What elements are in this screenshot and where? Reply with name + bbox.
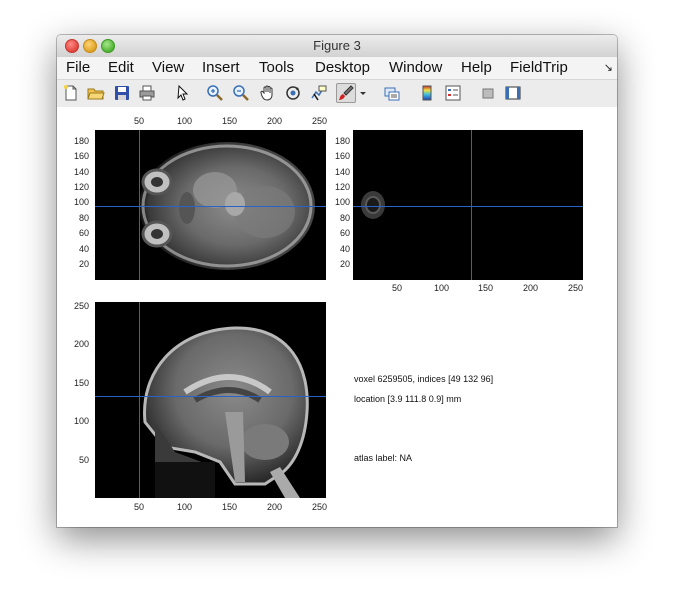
data-cursor-icon[interactable] — [310, 84, 328, 102]
menu-tools[interactable]: Tools — [259, 59, 294, 76]
new-figure-icon[interactable] — [62, 84, 80, 102]
axial-ytick: 100 — [74, 197, 90, 207]
colorbar-icon[interactable] — [418, 84, 436, 102]
hide-plot-tools-icon[interactable] — [479, 84, 497, 102]
axial-brain-image — [139, 142, 315, 270]
atlas-label-text: atlas label: NA — [354, 453, 413, 463]
sagittal-ytick: 50 — [79, 455, 90, 465]
coronal-ytick: 180 — [335, 136, 351, 146]
coronal-slice-image[interactable] — [353, 130, 583, 280]
sagittal-crosshair-vertical — [139, 302, 140, 498]
menu-file[interactable]: File — [66, 59, 90, 76]
axial-xtick: 50 — [134, 116, 145, 126]
sagittal-xtick: 200 — [267, 502, 283, 512]
coronal-xtick: 250 — [568, 283, 584, 293]
voxel-info-text: voxel 6259505, indices [49 132 96] — [354, 374, 494, 384]
coronal-eye-image — [361, 191, 385, 219]
toolbar — [57, 79, 617, 108]
sagittal-xtick: 150 — [222, 502, 238, 512]
save-icon[interactable] — [113, 84, 131, 102]
axial-crosshair-vertical — [139, 130, 140, 280]
axial-ytick: 40 — [79, 244, 90, 254]
coronal-ytick: 20 — [340, 259, 351, 269]
coronal-crosshair-vertical — [471, 130, 472, 280]
chevron-more-icon[interactable]: ↘ — [604, 61, 613, 74]
coronal-ytick: 80 — [340, 213, 351, 223]
sagittal-ytick: 100 — [74, 416, 90, 426]
pan-icon[interactable] — [259, 84, 277, 102]
coronal-ytick: 160 — [335, 151, 351, 161]
coronal-ytick: 40 — [340, 244, 351, 254]
menu-insert[interactable]: Insert — [202, 59, 240, 76]
axial-ytick: 180 — [74, 136, 90, 146]
axial-ytick: 160 — [74, 151, 90, 161]
sagittal-ytick: 200 — [74, 339, 90, 349]
sagittal-xtick: 250 — [312, 502, 328, 512]
coronal-ytick: 140 — [335, 167, 351, 177]
print-icon[interactable] — [138, 84, 156, 102]
menu-desktop[interactable]: Desktop — [315, 59, 370, 76]
coronal-xtick: 50 — [392, 283, 403, 293]
link-icon[interactable] — [383, 84, 401, 102]
edit-plot-icon[interactable] — [174, 84, 192, 102]
menu-window[interactable]: Window — [389, 59, 442, 76]
sagittal-ytick: 250 — [74, 301, 90, 311]
axial-ytick: 120 — [74, 182, 90, 192]
coronal-ytick: 100 — [335, 197, 351, 207]
coronal-xtick: 200 — [523, 283, 539, 293]
figure-window: Figure 3 File Edit View Insert Tools Des… — [57, 35, 617, 527]
menu-bar: File Edit View Insert Tools Desktop Wind… — [57, 57, 617, 79]
brush-menu-icon[interactable] — [358, 84, 368, 102]
axial-ytick: 140 — [74, 167, 90, 177]
menu-view[interactable]: View — [152, 59, 184, 76]
menu-help[interactable]: Help — [461, 59, 492, 76]
brush-icon[interactable] — [336, 83, 356, 103]
menu-edit[interactable]: Edit — [108, 59, 134, 76]
coronal-xtick: 150 — [478, 283, 494, 293]
zoom-out-icon[interactable] — [232, 84, 250, 102]
axial-ytick: 60 — [79, 228, 90, 238]
rotate-3d-icon[interactable] — [284, 84, 302, 102]
figure-canvas: 50 100 150 200 250 180 160 140 120 100 8… — [57, 107, 617, 527]
sagittal-xtick: 100 — [177, 502, 193, 512]
legend-icon[interactable] — [444, 84, 462, 102]
axial-xtick: 150 — [222, 116, 238, 126]
zoom-in-icon[interactable] — [206, 84, 224, 102]
sagittal-xtick: 50 — [134, 502, 145, 512]
coronal-ytick: 120 — [335, 182, 351, 192]
open-file-icon[interactable] — [87, 84, 105, 102]
axial-ytick: 20 — [79, 259, 90, 269]
axial-xtick: 250 — [312, 116, 328, 126]
axial-xtick: 200 — [267, 116, 283, 126]
sagittal-brain-image — [143, 326, 309, 498]
coronal-crosshair-horizontal — [353, 206, 583, 207]
window-title: Figure 3 — [313, 38, 361, 53]
title-bar[interactable]: Figure 3 — [57, 35, 617, 58]
axial-ytick: 80 — [79, 213, 90, 223]
coronal-xtick: 100 — [434, 283, 450, 293]
show-plot-tools-icon[interactable] — [504, 84, 522, 102]
sagittal-ytick: 150 — [74, 378, 90, 388]
coronal-ytick: 60 — [340, 228, 351, 238]
axial-slice-image[interactable] — [95, 130, 326, 280]
menu-fieldtrip[interactable]: FieldTrip — [510, 59, 568, 76]
location-info-text: location [3.9 111.8 0.9] mm — [354, 394, 462, 404]
axial-crosshair-horizontal — [95, 206, 326, 207]
axial-xtick: 100 — [177, 116, 193, 126]
sagittal-crosshair-horizontal — [95, 396, 326, 397]
sagittal-slice-image[interactable] — [95, 302, 326, 498]
